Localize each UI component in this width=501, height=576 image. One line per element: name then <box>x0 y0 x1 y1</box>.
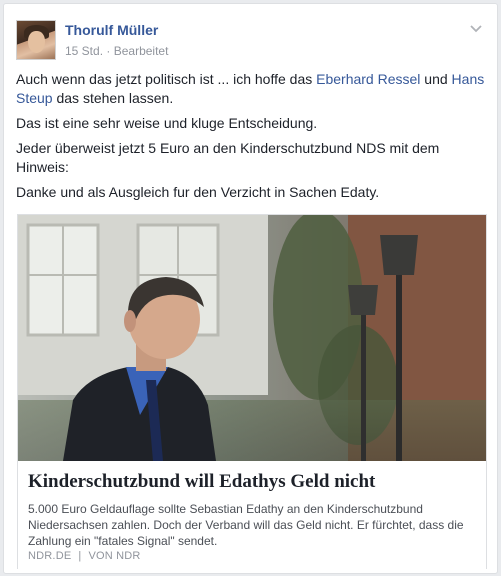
author-avatar[interactable] <box>16 20 56 60</box>
avatar-face <box>28 31 45 53</box>
text-segment: das stehen lassen. <box>52 90 174 106</box>
post-paragraph-4: Danke und als Ausgleich fur den Verzicht… <box>16 184 380 200</box>
post-header: Thorulf Müller 15 Std. · Bearbeitet <box>16 16 485 60</box>
edited-label[interactable]: Bearbeitet <box>114 44 169 58</box>
post-meta: 15 Std. · Bearbeitet <box>65 44 168 58</box>
link-source: NDR.DE | VON NDR <box>28 550 141 562</box>
post-text: Auch wenn das jetzt politisch ist ... ic… <box>16 70 486 208</box>
link-preview-body[interactable]: Kinderschutzbund will Edathys Geld nicht… <box>18 461 486 569</box>
mention-eberhard-ressel[interactable]: Eberhard Ressel <box>316 71 420 87</box>
post-time[interactable]: 15 Std. <box>65 44 103 58</box>
chevron-down-icon[interactable] <box>469 21 483 35</box>
link-preview-image[interactable] <box>18 215 486 461</box>
meta-separator: · <box>106 44 111 58</box>
link-description: 5.000 Euro Geldauflage sollte Sebastian … <box>28 502 464 548</box>
text-segment: Auch wenn das jetzt politisch ist ... ic… <box>16 71 317 87</box>
post-paragraph-1: Auch wenn das jetzt politisch ist ... ic… <box>16 70 486 108</box>
link-domain: NDR.DE <box>28 550 72 562</box>
link-author: VON NDR <box>88 550 141 562</box>
link-title[interactable]: Kinderschutzbund will Edathys Geld nicht <box>28 471 476 493</box>
post-paragraph-2: Das ist eine sehr weise und kluge Entsch… <box>16 115 318 131</box>
link-preview[interactable]: Kinderschutzbund will Edathys Geld nicht… <box>17 214 487 569</box>
post-paragraph-3: Jeder überweist jetzt 5 Euro an den Kind… <box>16 140 440 175</box>
source-separator: | <box>78 550 82 562</box>
post-card: Thorulf Müller 15 Std. · Bearbeitet Auch… <box>3 3 498 574</box>
author-name-link[interactable]: Thorulf Müller <box>65 22 158 38</box>
text-segment: und <box>420 71 452 87</box>
